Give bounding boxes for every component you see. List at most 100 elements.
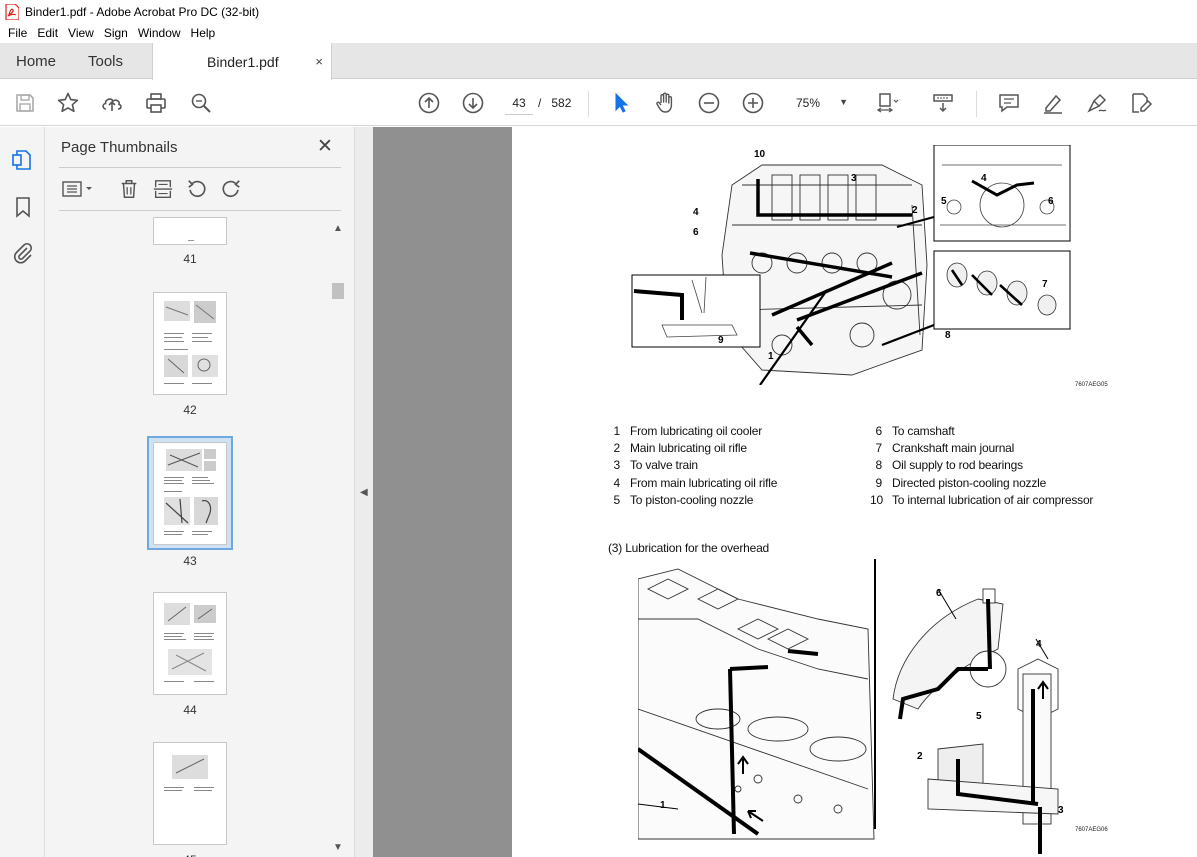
chevron-down-icon: ▼: [839, 97, 848, 107]
figure-callout: 8: [945, 330, 951, 341]
page-fit-icon[interactable]: [874, 90, 900, 116]
options-menu-icon[interactable]: [61, 177, 95, 201]
tab-document[interactable]: Binder1.pdf ×: [152, 43, 332, 80]
figure-callout: 4: [981, 173, 987, 184]
legend-text: Main lubricating oil rifle: [630, 441, 747, 455]
tab-home[interactable]: Home: [16, 43, 56, 79]
rotate-left-icon[interactable]: [185, 177, 209, 201]
collapse-left-icon: ◀: [360, 487, 368, 498]
thumbnail-label: 43: [183, 554, 197, 568]
main-toolbar: [0, 80, 1197, 126]
page-separator: /: [538, 96, 542, 110]
search-zoom-icon[interactable]: [188, 90, 214, 116]
page-number-input[interactable]: 43: [505, 91, 533, 115]
menu-sign[interactable]: Sign: [99, 26, 133, 40]
panel-toolbar: [59, 177, 339, 203]
thumbnail-page-42[interactable]: [153, 292, 227, 395]
tab-tools[interactable]: Tools: [88, 43, 123, 79]
bookmarks-icon[interactable]: [10, 194, 36, 220]
scroll-mode-icon[interactable]: [930, 90, 956, 116]
menu-bar: File Edit View Sign Window Help: [0, 23, 1197, 43]
comment-icon[interactable]: [996, 90, 1022, 116]
scroll-up-icon[interactable]: ▲: [333, 223, 343, 234]
figure-callout: 1: [768, 351, 774, 362]
toolbar-divider: [976, 91, 977, 117]
figure-callout: 3: [1058, 805, 1064, 816]
title-bar: Binder1.pdf - Adobe Acrobat Pro DC (32-b…: [0, 0, 1197, 23]
document-view[interactable]: 10 3 2 4 6 5 6 4 7 8 9 1 7607AEG05 1 From…: [373, 127, 1197, 857]
select-cursor-icon[interactable]: [608, 90, 634, 116]
figure-callout: 10: [754, 149, 766, 160]
legend-text: Directed piston-cooling nozzle: [892, 476, 1047, 490]
figure-callout: 2: [912, 205, 918, 216]
figure-callout: 1: [660, 800, 666, 811]
thumbnail-scrollbar[interactable]: ▲ ▼: [331, 221, 345, 857]
scrollbar-thumb[interactable]: [332, 283, 344, 299]
total-pages: 582: [551, 96, 572, 110]
figure-code: 7607AEG05: [1075, 382, 1108, 388]
legend-text: From lubricating oil cooler: [630, 424, 762, 438]
figure-callout: 2: [917, 751, 923, 762]
panel-title: Page Thumbnails: [61, 139, 178, 156]
thumbnail-page-45[interactable]: [153, 742, 227, 845]
thumbnail-page-41[interactable]: [153, 217, 227, 245]
panel-divider: [59, 210, 341, 211]
menu-view[interactable]: View: [63, 26, 99, 40]
legend-text: Crankshaft main journal: [892, 441, 1015, 455]
delete-page-icon[interactable]: [117, 177, 141, 201]
thumbnail-label: 42: [183, 403, 197, 417]
menu-help[interactable]: Help: [186, 26, 221, 40]
page-thumbnails-icon[interactable]: [10, 147, 36, 173]
thumbnails-panel: Page Thumbnails ✕ 41 42 43 44 ▲ ▼: [45, 127, 355, 857]
previous-page-icon[interactable]: [416, 90, 442, 116]
zoom-in-icon[interactable]: [740, 90, 766, 116]
figure-callout: 7: [1042, 279, 1048, 290]
menu-edit[interactable]: Edit: [32, 26, 63, 40]
panel-collapse-handle[interactable]: ◀: [355, 127, 373, 857]
thumbnail-label: 45: [153, 853, 227, 857]
acrobat-window: Binder1.pdf - Adobe Acrobat Pro DC (32-b…: [0, 0, 1197, 857]
figure-callout: 6: [1048, 196, 1054, 207]
toolbar-divider: [588, 91, 589, 117]
scroll-down-icon[interactable]: ▼: [333, 842, 343, 853]
thumbnail-label: 41: [183, 252, 197, 266]
page-count: / 582: [538, 96, 571, 110]
tab-bar: Home Tools Binder1.pdf ×: [0, 43, 1197, 80]
legend-number: 5: [613, 493, 621, 507]
hand-tool-icon[interactable]: [652, 90, 678, 116]
extract-page-icon[interactable]: [151, 177, 175, 201]
legend-number: 1: [613, 424, 621, 438]
overhead-lubrication-figure: [638, 559, 1059, 854]
edit-document-icon[interactable]: [1128, 90, 1154, 116]
zoom-select[interactable]: 75% ▼: [784, 91, 854, 115]
figure-callout: 6: [693, 227, 699, 238]
section-heading: (3) Lubrication for the overhead: [608, 541, 770, 555]
upload-cloud-icon[interactable]: [99, 90, 125, 116]
zoom-out-icon[interactable]: [696, 90, 722, 116]
thumbnail-page-43[interactable]: [153, 442, 227, 545]
legend-text: Oil supply to rod bearings: [892, 458, 1023, 472]
highlight-pen-icon[interactable]: [1040, 90, 1066, 116]
legend-left: 1 From lubricating oil cooler 2 Main lubri…: [608, 424, 868, 514]
figure-callout: 4: [1036, 639, 1042, 650]
menu-window[interactable]: Window: [133, 26, 186, 40]
next-page-icon[interactable]: [460, 90, 486, 116]
close-panel-icon[interactable]: ✕: [317, 135, 333, 158]
engine-lubrication-figure: [631, 145, 1071, 385]
attachments-icon[interactable]: [10, 240, 36, 266]
menu-file[interactable]: File: [3, 26, 32, 40]
rotate-right-icon[interactable]: [219, 177, 243, 201]
legend-number: 4: [613, 476, 621, 490]
figure-code: 7607AEG06: [1075, 827, 1108, 833]
legend-number: 9: [875, 476, 883, 490]
legend-right: 6 To camshaft 7 Crankshaft main journal 8O…: [870, 424, 1190, 514]
thumbnail-page-44[interactable]: [153, 592, 227, 695]
tab-close-icon[interactable]: ×: [315, 54, 323, 69]
zoom-value: 75%: [796, 96, 821, 110]
print-icon[interactable]: [143, 90, 169, 116]
bookmark-star-icon[interactable]: [55, 90, 81, 116]
save-icon[interactable]: [12, 90, 38, 116]
thumbnail-list: 41 42 43 44: [45, 217, 355, 857]
legend-text: To camshaft: [892, 424, 955, 438]
sign-pen-icon[interactable]: [1084, 90, 1110, 116]
